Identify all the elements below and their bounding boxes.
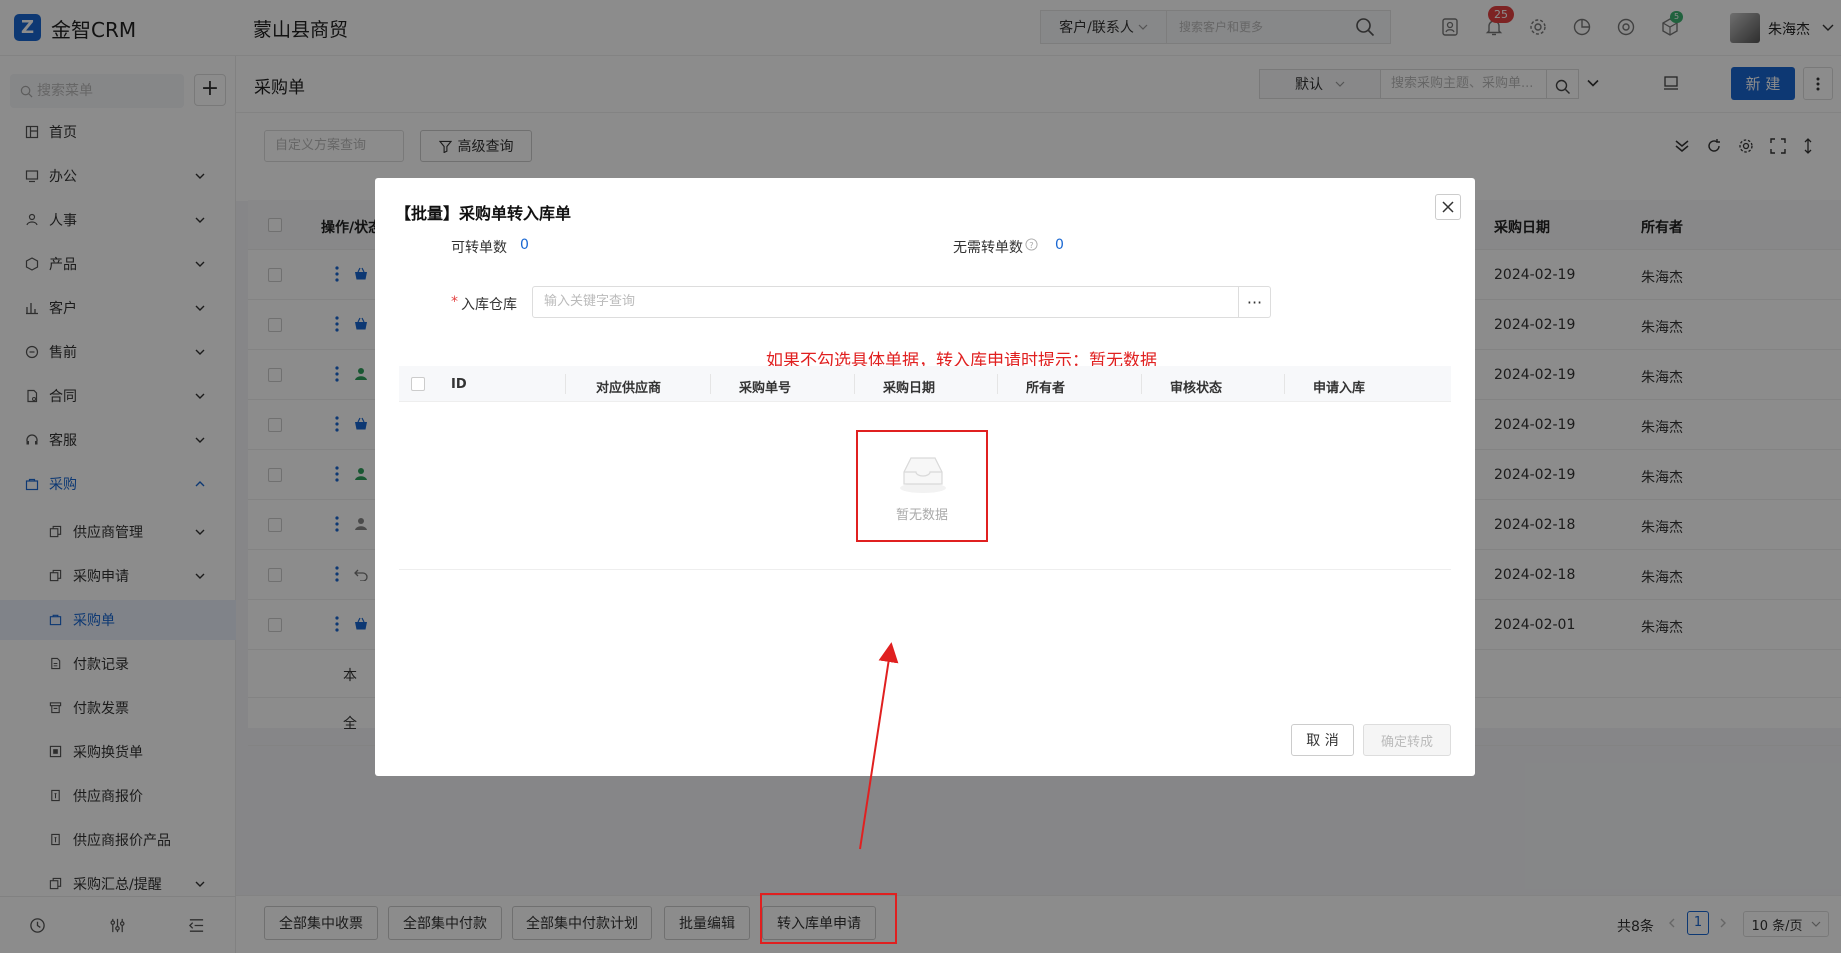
dialog-divider <box>399 569 1451 570</box>
column-divider <box>854 374 855 394</box>
no-need-count-value: 0 <box>1055 237 1064 253</box>
dialog-title: 【批量】采购单转入库单 <box>395 204 572 223</box>
close-icon <box>1442 201 1454 213</box>
confirm-convert-button[interactable]: 确定转成 <box>1363 724 1451 756</box>
annotation-highlight-box <box>760 893 897 944</box>
convert-stock-in-dialog: 【批量】采购单转入库单 可转单数 0 无需转单数 ? 0 * 入库仓库 输入关键… <box>375 178 1475 776</box>
dialog-close-button[interactable] <box>1435 194 1461 220</box>
convertible-count-label: 可转单数 <box>451 240 507 256</box>
dialog-column-header: 申请入库 <box>1313 381 1366 396</box>
required-mark: * <box>451 294 458 310</box>
dialog-column-header: 对应供应商 <box>596 381 662 396</box>
warehouse-picker-button[interactable]: ··· <box>1239 286 1271 318</box>
column-divider <box>710 374 711 394</box>
svg-text:?: ? <box>1029 240 1033 250</box>
warehouse-input[interactable]: 输入关键字查询 <box>532 286 1239 318</box>
dialog-column-header: ID <box>451 377 467 392</box>
dialog-column-header: 审核状态 <box>1170 381 1223 396</box>
dialog-column-header: 采购单号 <box>739 381 792 396</box>
empty-inbox-icon <box>898 450 948 494</box>
dialog-table-header: ID 对应供应商 采购单号 采购日期 所有者 审核状态 申请入库 <box>399 366 1451 402</box>
column-divider <box>1284 374 1285 394</box>
dialog-column-header: 采购日期 <box>883 381 936 396</box>
warehouse-label: 入库仓库 <box>461 297 517 313</box>
no-need-count-label: 无需转单数 <box>953 240 1023 256</box>
help-icon[interactable]: ? <box>1025 238 1038 251</box>
column-divider <box>565 374 566 394</box>
dialog-select-all-checkbox[interactable] <box>411 377 425 391</box>
column-divider <box>1141 374 1142 394</box>
dialog-column-header: 所有者 <box>1026 381 1066 396</box>
empty-state-text: 暂无数据 <box>895 508 948 523</box>
empty-state-highlight: 暂无数据 <box>856 430 988 542</box>
column-divider <box>997 374 998 394</box>
cancel-button[interactable]: 取 消 <box>1291 724 1354 756</box>
convertible-count-value: 0 <box>520 237 529 253</box>
